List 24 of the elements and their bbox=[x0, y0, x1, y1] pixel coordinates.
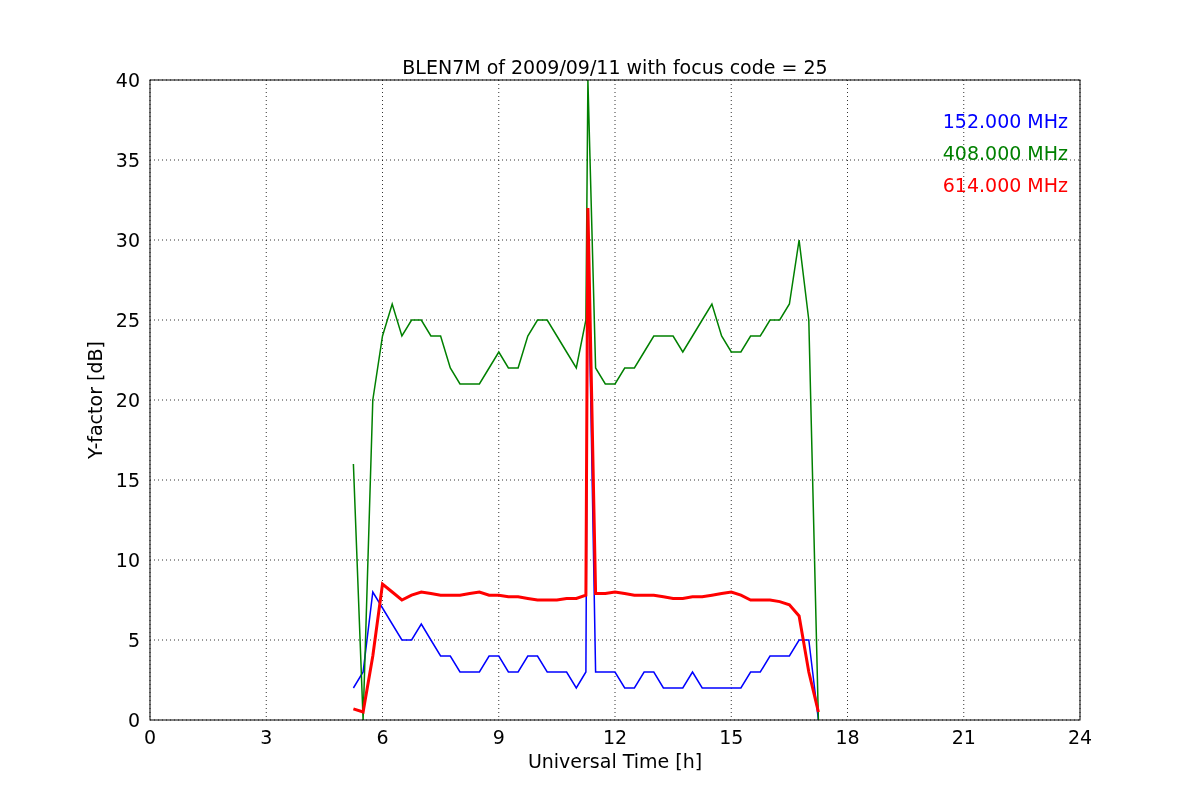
y-tick-label: 5 bbox=[127, 629, 140, 651]
x-axis-label: Universal Time [h] bbox=[527, 750, 703, 772]
y-axis-label: Y-factor [dB] bbox=[84, 341, 106, 459]
y-tick-label: 20 bbox=[115, 389, 140, 411]
x-tick-label: 9 bbox=[492, 726, 505, 748]
y-tick-label: 25 bbox=[115, 309, 140, 331]
y-tick-label: 30 bbox=[115, 229, 140, 251]
legend-label: 408.000 MHz bbox=[942, 142, 1068, 164]
x-tick-label: 15 bbox=[719, 726, 744, 748]
legend-label: 152.000 MHz bbox=[942, 110, 1068, 132]
x-tick-label: 18 bbox=[835, 726, 860, 748]
x-tick-label: 21 bbox=[951, 726, 976, 748]
chart-title: BLEN7M of 2009/09/11 with focus code = 25 bbox=[402, 56, 828, 78]
legend-label: 614.000 MHz bbox=[942, 174, 1068, 196]
y-tick-label: 40 bbox=[115, 69, 140, 91]
y-tick-label: 10 bbox=[115, 549, 140, 571]
y-tick-label: 35 bbox=[115, 149, 140, 171]
x-tick-label: 0 bbox=[143, 726, 157, 748]
x-tick-label: 12 bbox=[602, 726, 628, 748]
x-tick-label: 24 bbox=[1067, 726, 1093, 748]
y-tick-label: 0 bbox=[127, 709, 140, 731]
y-tick-label: 15 bbox=[115, 469, 140, 491]
x-tick-label: 3 bbox=[260, 726, 273, 748]
x-tick-label: 6 bbox=[376, 726, 389, 748]
